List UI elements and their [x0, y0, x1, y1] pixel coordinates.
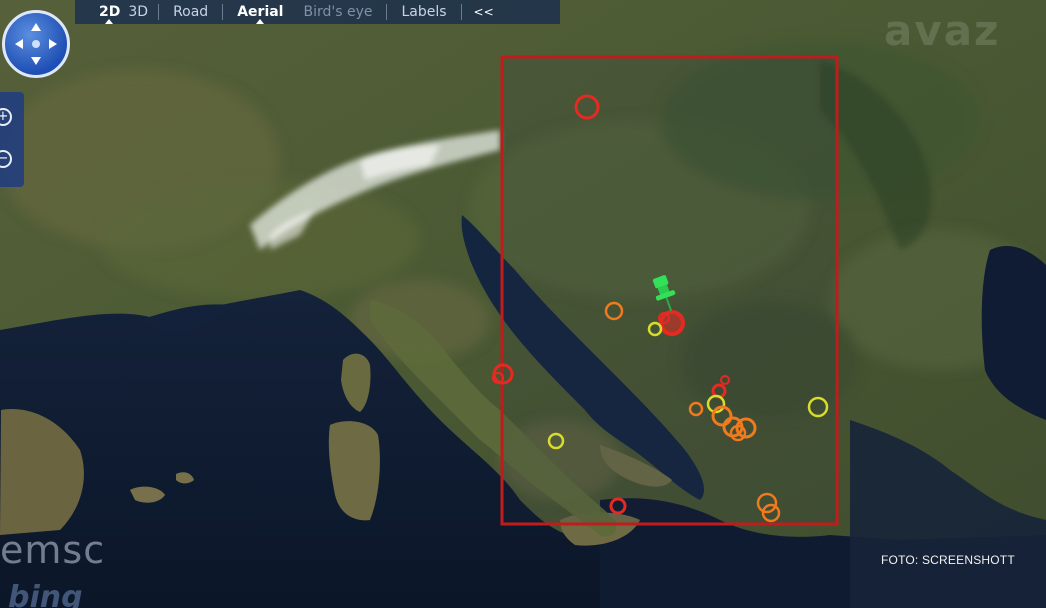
toolbar-divider: [460, 4, 462, 20]
zoom-in-button[interactable]: +: [0, 108, 12, 126]
road-view-button[interactable]: Road: [163, 0, 218, 24]
compass-arrows-icon: [15, 23, 57, 65]
aerial-view-button[interactable]: Aerial: [227, 0, 293, 24]
bing-logo: bing: [8, 580, 83, 608]
birds-eye-view-button[interactable]: Bird's eye: [293, 0, 382, 24]
photo-credit: FOTO: SCREENSHOTT: [881, 553, 1015, 567]
toolbar-divider: [386, 4, 388, 20]
view-3d-button[interactable]: 3D: [124, 0, 154, 24]
map-toolbar: 2D 3D Road Aerial Bird's eye Labels <<: [75, 0, 560, 24]
toolbar-divider: [158, 4, 160, 20]
zoom-panel: + −: [0, 92, 24, 187]
view-2d-button[interactable]: 2D: [93, 0, 124, 24]
labels-toggle-button[interactable]: Labels: [391, 0, 456, 24]
pan-compass-icon[interactable]: [2, 10, 70, 78]
collapse-toolbar-button[interactable]: <<: [466, 0, 502, 24]
map-view[interactable]: 2D 3D Road Aerial Bird's eye Labels << +…: [0, 0, 1046, 608]
emsc-logo: emsc: [0, 528, 106, 572]
zoom-out-button[interactable]: −: [0, 150, 12, 168]
satellite-map[interactable]: [0, 0, 1046, 608]
watermark: avaz: [884, 6, 1001, 55]
selection-box: [500, 55, 839, 526]
toolbar-divider: [222, 4, 224, 20]
